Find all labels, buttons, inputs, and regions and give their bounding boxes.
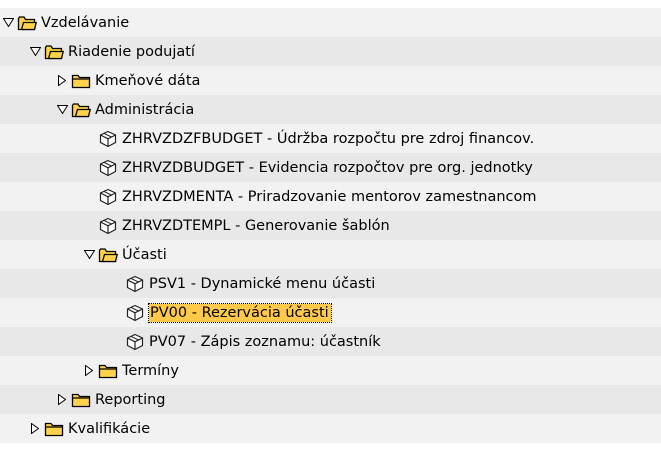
folder-closed-icon (43, 414, 65, 443)
tree-node-label[interactable]: Vzdelávanie (40, 8, 130, 37)
triangle-right-icon[interactable] (56, 66, 68, 95)
tree-node-text: ZHRVZDZFBUDGET - Údržba rozpočtu pre zdr… (122, 130, 535, 147)
folder-open-icon (16, 8, 38, 37)
tree-node-label[interactable]: Riadenie podujatí (67, 37, 196, 66)
tree-folder-node[interactable]: Vzdelávanie (0, 8, 661, 37)
folder-closed-icon (70, 385, 92, 414)
cube-icon (97, 124, 119, 153)
triangle-right-icon[interactable] (29, 414, 41, 443)
cube-icon (124, 269, 146, 298)
tree-transaction-node[interactable]: PSV1 - Dynamické menu účasti (0, 269, 661, 298)
tree-node-label[interactable]: Kmeňové dáta (94, 66, 201, 95)
triangle-down-icon[interactable] (2, 8, 14, 37)
folder-closed-icon (97, 356, 119, 385)
tree-transaction-node[interactable]: ZHRVZDMENTA - Priradzovanie mentorov zam… (0, 182, 661, 211)
navigation-tree: Vzdelávanie Riadenie podujatí Kmeňové dáta… (0, 0, 661, 450)
tree-folder-node[interactable]: Účasti (0, 240, 661, 269)
tree-folder-node[interactable]: Administrácia (0, 95, 661, 124)
tree-node-text: PSV1 - Dynamické menu účasti (149, 275, 376, 292)
tree-node-label[interactable]: Termíny (121, 356, 180, 385)
tree-node-text: PV07 - Zápis zoznamu: účastník (149, 333, 381, 350)
tree-node-text: ZHRVZDBUDGET - Evidencia rozpočtov pre o… (122, 159, 533, 176)
tree-node-text: Administrácia (95, 101, 195, 118)
tree-node-label[interactable]: Kvalifikácie (67, 414, 151, 443)
folder-open-icon (97, 240, 119, 269)
cube-icon (97, 211, 119, 240)
tree-node-label[interactable]: PV00 - Rezervácia účasti (148, 298, 332, 327)
cube-icon (124, 327, 146, 356)
tree-node-text: ZHRVZDMENTA - Priradzovanie mentorov zam… (122, 188, 537, 205)
tree-transaction-node[interactable]: ZHRVZDZFBUDGET - Údržba rozpočtu pre zdr… (0, 124, 661, 153)
tree-node-text: Účasti (122, 246, 167, 263)
triangle-right-icon[interactable] (83, 356, 95, 385)
tree-transaction-node[interactable]: PV00 - Rezervácia účasti (0, 298, 661, 327)
triangle-down-icon[interactable] (29, 37, 41, 66)
tree-node-label[interactable]: Reporting (94, 385, 167, 414)
tree-node-text: Riadenie podujatí (68, 43, 195, 60)
cube-icon (97, 153, 119, 182)
tree-folder-node[interactable]: Kvalifikácie (0, 414, 661, 443)
triangle-down-icon[interactable] (56, 95, 68, 124)
tree-folder-node[interactable]: Reporting (0, 385, 661, 414)
tree-node-text: PV00 - Rezervácia účasti (148, 302, 332, 323)
triangle-right-icon[interactable] (56, 385, 68, 414)
tree-transaction-node[interactable]: PV07 - Zápis zoznamu: účastník (0, 327, 661, 356)
tree-node-label[interactable]: ZHRVZDBUDGET - Evidencia rozpočtov pre o… (121, 153, 534, 182)
tree-node-label[interactable]: PV07 - Zápis zoznamu: účastník (148, 327, 382, 356)
tree-node-label[interactable]: Účasti (121, 240, 168, 269)
triangle-down-icon[interactable] (83, 240, 95, 269)
tree-folder-node[interactable]: Termíny (0, 356, 661, 385)
folder-closed-icon (70, 66, 92, 95)
tree-node-text: Termíny (122, 362, 179, 379)
tree-node-label[interactable]: Administrácia (94, 95, 195, 124)
tree-node-label[interactable]: ZHRVZDTEMPL - Generovanie šablón (121, 211, 391, 240)
tree-node-text: ZHRVZDTEMPL - Generovanie šablón (122, 217, 390, 234)
folder-open-icon (70, 95, 92, 124)
tree-node-label[interactable]: ZHRVZDMENTA - Priradzovanie mentorov zam… (121, 182, 538, 211)
tree-node-label[interactable]: ZHRVZDZFBUDGET - Údržba rozpočtu pre zdr… (121, 124, 535, 153)
tree-transaction-node[interactable]: ZHRVZDBUDGET - Evidencia rozpočtov pre o… (0, 153, 661, 182)
cube-icon (97, 182, 119, 211)
tree-transaction-node[interactable]: ZHRVZDTEMPL - Generovanie šablón (0, 211, 661, 240)
tree-node-label[interactable]: PSV1 - Dynamické menu účasti (148, 269, 376, 298)
tree-node-text: Reporting (95, 391, 166, 408)
folder-open-icon (43, 37, 65, 66)
tree-folder-node[interactable]: Riadenie podujatí (0, 37, 661, 66)
tree-node-text: Vzdelávanie (41, 14, 130, 31)
tree-node-text: Kmeňové dáta (95, 72, 201, 89)
tree-node-text: Kvalifikácie (68, 420, 151, 437)
cube-icon (124, 298, 146, 327)
tree-folder-node[interactable]: Kmeňové dáta (0, 66, 661, 95)
